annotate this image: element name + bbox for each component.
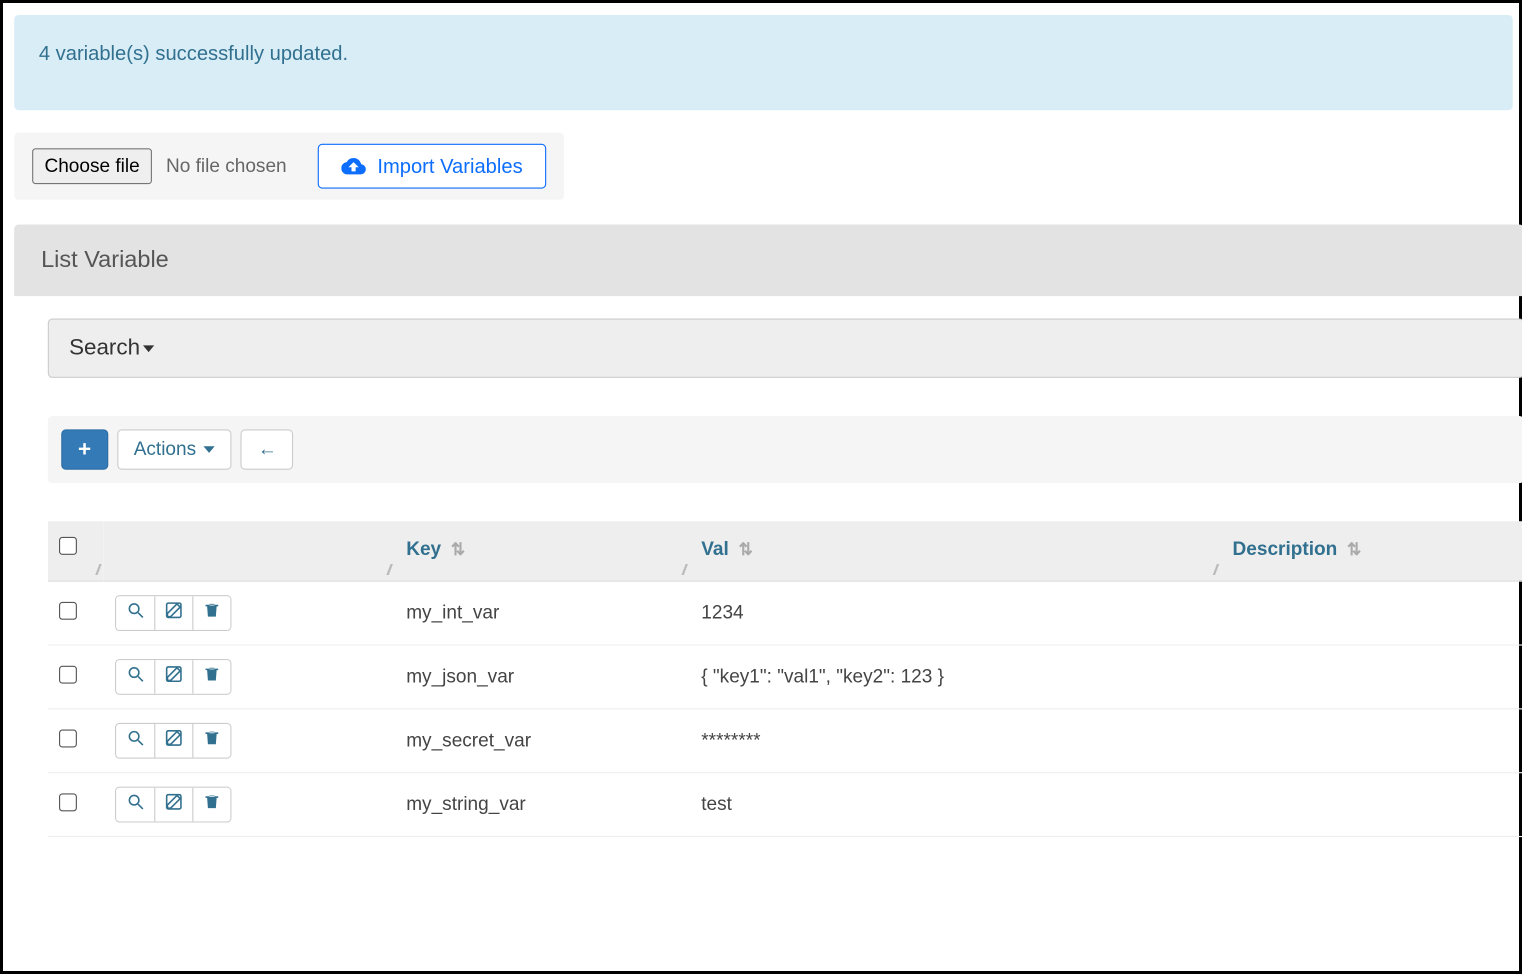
table-row: my_int_var1234 [48, 581, 1522, 645]
caret-down-icon [204, 446, 215, 453]
col-actions: // [104, 521, 395, 581]
cell-key: my_string_var [395, 773, 690, 837]
view-row-button[interactable] [116, 596, 154, 630]
actions-label: Actions [134, 438, 196, 460]
table-row: my_json_var{ "key1": "val1", "key2": 123… [48, 645, 1522, 709]
cell-description [1221, 709, 1522, 773]
col-key-label: Key [406, 537, 441, 558]
edit-icon [164, 728, 183, 753]
search-icon [126, 792, 145, 817]
row-checkbox[interactable] [59, 793, 77, 811]
cell-val: test [690, 773, 1221, 837]
sort-icon: ⇅ [1347, 540, 1361, 559]
col-key-header[interactable]: Key ⇅ // [395, 521, 690, 581]
edit-row-button[interactable] [154, 660, 192, 694]
search-icon [126, 728, 145, 753]
row-checkbox[interactable] [59, 601, 77, 619]
col-select-all: // [48, 521, 104, 581]
add-button[interactable]: + [61, 429, 108, 469]
cell-description [1221, 773, 1522, 837]
view-row-button[interactable] [116, 660, 154, 694]
panel-title: List Variable [14, 224, 1522, 296]
trash-icon [202, 665, 221, 690]
cloud-upload-icon [342, 154, 367, 179]
actions-dropdown[interactable]: Actions [117, 429, 232, 469]
resize-handle-icon[interactable]: // [96, 562, 97, 579]
list-toolbar: + Actions ← [48, 416, 1522, 483]
edit-row-button[interactable] [154, 788, 192, 822]
choose-file-button[interactable]: Choose file [32, 148, 152, 184]
table-row: my_string_vartest [48, 773, 1522, 837]
resize-handle-icon[interactable]: // [387, 562, 388, 579]
edit-icon [164, 601, 183, 626]
table-row: my_secret_var******** [48, 709, 1522, 773]
alert-text: 4 variable(s) successfully updated. [39, 42, 348, 64]
view-row-button[interactable] [116, 724, 154, 758]
back-button[interactable]: ← [241, 429, 294, 469]
cell-description [1221, 581, 1522, 645]
col-description-header[interactable]: Description ⇅ [1221, 521, 1522, 581]
cell-val: { "key1": "val1", "key2": 123 } [690, 645, 1221, 709]
trash-icon [202, 792, 221, 817]
select-all-checkbox[interactable] [59, 537, 77, 555]
row-checkbox[interactable] [59, 729, 77, 747]
search-dropdown[interactable]: Search [48, 319, 1522, 378]
cell-key: my_secret_var [395, 709, 690, 773]
cell-description [1221, 645, 1522, 709]
edit-row-button[interactable] [154, 724, 192, 758]
trash-icon [202, 728, 221, 753]
search-label: Search [69, 335, 140, 361]
cell-val: ******** [690, 709, 1221, 773]
row-checkbox[interactable] [59, 665, 77, 683]
cell-val: 1234 [690, 581, 1221, 645]
import-variables-label: Import Variables [377, 154, 522, 178]
upload-panel: Choose file No file chosen Import Variab… [14, 133, 564, 200]
col-description-label: Description [1233, 537, 1338, 558]
edit-row-button[interactable] [154, 596, 192, 630]
delete-row-button[interactable] [192, 724, 230, 758]
resize-handle-icon[interactable]: // [1213, 562, 1214, 579]
resize-handle-icon[interactable]: // [682, 562, 683, 579]
success-alert: 4 variable(s) successfully updated. [14, 15, 1513, 110]
edit-icon [164, 665, 183, 690]
variables-table: // // Key ⇅ // Val ⇅ // [48, 521, 1522, 837]
list-variable-panel: List Variable Search + Actions ← // [14, 224, 1522, 837]
view-row-button[interactable] [116, 788, 154, 822]
col-val-label: Val [701, 537, 729, 558]
search-icon [126, 601, 145, 626]
import-variables-button[interactable]: Import Variables [318, 144, 546, 189]
edit-icon [164, 792, 183, 817]
delete-row-button[interactable] [192, 596, 230, 630]
trash-icon [202, 601, 221, 626]
sort-icon: ⇅ [739, 540, 753, 559]
search-icon [126, 665, 145, 690]
caret-down-icon [143, 345, 154, 352]
delete-row-button[interactable] [192, 788, 230, 822]
delete-row-button[interactable] [192, 660, 230, 694]
cell-key: my_int_var [395, 581, 690, 645]
file-chosen-status: No file chosen [166, 155, 287, 176]
sort-icon: ⇅ [451, 540, 465, 559]
cell-key: my_json_var [395, 645, 690, 709]
col-val-header[interactable]: Val ⇅ // [690, 521, 1221, 581]
